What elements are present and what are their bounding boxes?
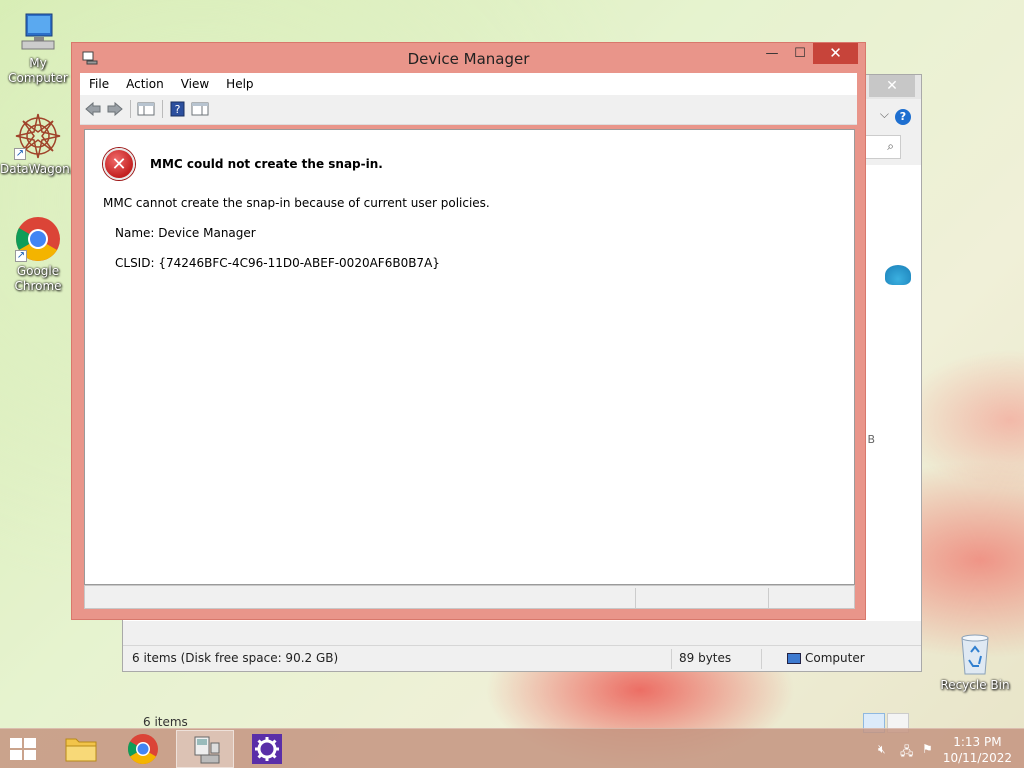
desktop-icon-label: My Computer [8, 56, 68, 85]
status-location-label: Computer [805, 651, 865, 665]
items-count: 6 items [143, 715, 188, 729]
taskbar: 🔇︎ 🖧︎ ⚑ 1:13 PM 10/11/2022 [0, 728, 1024, 768]
minimize-button[interactable]: — [759, 43, 785, 64]
desktop-icon-label: Recycle Bin [940, 678, 1010, 692]
snap-in-pane: ✕ MMC could not create the snap-in. MMC … [84, 129, 855, 585]
explorer-close-button[interactable]: ✕ [869, 75, 915, 97]
network-icon[interactable]: 🖧︎ [900, 742, 916, 758]
error-name: Name: Device Manager [115, 226, 256, 240]
device-manager-titlebar[interactable]: Device Manager — ☐ ✕ [72, 43, 865, 73]
error-icon: ✕ [103, 148, 135, 180]
menu-action[interactable]: Action [117, 73, 172, 91]
menu-file[interactable]: File [80, 73, 117, 91]
taskbar-google-chrome[interactable] [114, 730, 172, 768]
device-manager-icon [194, 736, 220, 764]
gear-icon [252, 734, 282, 764]
computer-icon [16, 10, 60, 54]
desktop-icon-datawagon[interactable]: ↗ DataWagon... [0, 112, 82, 177]
speaker-muted-icon[interactable]: 🔇︎ [878, 742, 894, 756]
help-icon[interactable]: ? [895, 109, 911, 125]
toolbar: ? [80, 95, 857, 125]
shortcut-arrow-icon: ↗ [14, 148, 26, 160]
error-message: MMC cannot create the snap-in because of… [103, 196, 490, 210]
menu-help[interactable]: Help [217, 73, 261, 91]
chrome-icon: ↗ [15, 216, 61, 262]
taskbar-file-explorer[interactable] [52, 730, 110, 768]
folder-icon [65, 738, 97, 762]
chevron-down-icon[interactable]: ⌵ [880, 107, 889, 122]
menu-view[interactable]: View [172, 73, 217, 91]
computer-icon [787, 653, 801, 664]
close-button[interactable]: ✕ [813, 43, 858, 64]
clock-time: 1:13 PM [953, 735, 1002, 749]
help-book-icon[interactable]: ? [169, 101, 187, 117]
device-manager-window[interactable]: Device Manager — ☐ ✕ File Action View Help … [71, 42, 866, 620]
windows-logo-icon [10, 738, 22, 748]
maximize-button[interactable]: ☐ [787, 43, 813, 64]
svg-text:?: ? [175, 103, 181, 116]
clock[interactable]: 1:13 PM 10/11/2022 [943, 734, 1012, 766]
explorer-statusbar: 6 items (Disk free space: 90.2 GB) 89 by… [123, 645, 921, 671]
window-title: Device Manager [407, 50, 530, 68]
clock-date: 10/11/2022 [942, 751, 1012, 765]
desktop-icon-my-computer[interactable]: My Computer [0, 10, 76, 86]
status-size: 89 bytes [679, 651, 732, 665]
status-bar [84, 585, 855, 609]
shortcut-arrow-icon: ↗ [15, 250, 27, 262]
datawagon-icon: ↗ [14, 112, 62, 160]
forward-arrow-icon[interactable] [106, 101, 124, 117]
show-hide-console-tree-icon[interactable] [137, 101, 155, 117]
search-icon: ⌕ [887, 139, 894, 153]
taskbar-settings[interactable] [238, 730, 296, 768]
shell-icon [885, 265, 911, 285]
status-items: 6 items (Disk free space: 90.2 GB) [132, 651, 339, 665]
show-action-pane-icon[interactable] [191, 101, 209, 117]
desktop-icon-label: Google Chrome [14, 264, 62, 293]
size-text: B [867, 433, 875, 446]
recycle-bin-icon [957, 632, 993, 676]
action-center-flag-icon[interactable]: ⚑ [922, 742, 938, 756]
desktop-icon-google-chrome[interactable]: ↗ Google Chrome [0, 216, 76, 294]
desktop-icon-recycle-bin[interactable]: Recycle Bin [937, 632, 1013, 693]
taskbar-device-manager[interactable] [176, 730, 234, 768]
chrome-icon [127, 734, 158, 765]
start-button[interactable] [10, 738, 38, 762]
error-title: MMC could not create the snap-in. [150, 157, 383, 171]
system-tray: 🔇︎ 🖧︎ ⚑ 1:13 PM 10/11/2022 [864, 729, 1024, 768]
menu-bar: File Action View Help [80, 73, 857, 95]
back-arrow-icon[interactable] [84, 101, 102, 117]
status-location: Computer [787, 651, 865, 665]
error-clsid: CLSID: {74246BFC-4C96-11D0-ABEF-0020AF6B… [115, 256, 440, 270]
desktop-icon-label: DataWagon... [0, 162, 82, 176]
